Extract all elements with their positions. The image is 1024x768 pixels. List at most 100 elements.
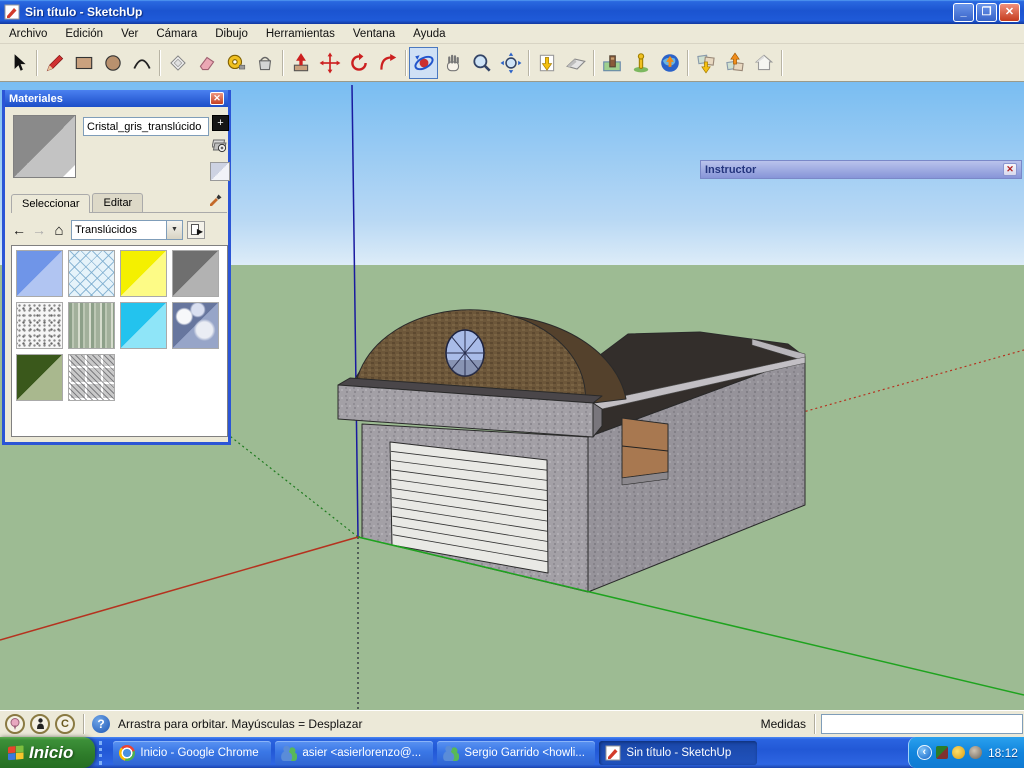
nav-forward-icon[interactable]: → (31, 222, 47, 238)
instructor-close-icon[interactable]: ✕ (1003, 163, 1017, 176)
close-button[interactable]: ✕ (999, 3, 1020, 22)
start-button[interactable]: Inicio (0, 737, 95, 768)
materials-panel[interactable]: Materiales ✕ + Seleccionar Editar ← (2, 90, 231, 445)
zoom-extents-button[interactable] (496, 47, 525, 79)
menu-archivo[interactable]: Archivo (0, 26, 56, 42)
claim-credit-button[interactable]: C (55, 714, 75, 734)
material-swatch-ribbed[interactable] (68, 302, 115, 349)
material-preview-swatch (13, 115, 76, 178)
place-model-button[interactable] (597, 47, 626, 79)
menu-herramientas[interactable]: Herramientas (257, 26, 344, 42)
back-material-swatch[interactable] (210, 162, 230, 181)
line-tool-button[interactable] (40, 47, 69, 79)
menu-dibujo[interactable]: Dibujo (206, 26, 257, 42)
paint-bucket-icon (254, 52, 276, 74)
measures-input[interactable] (821, 714, 1023, 734)
eraser-icon (196, 52, 218, 74)
task-messenger-asier[interactable]: asier <asierlorenzo@... (275, 741, 433, 765)
attribution-button[interactable] (30, 714, 50, 734)
minimize-button[interactable]: _ (953, 3, 974, 22)
menu-ver[interactable]: Ver (112, 26, 147, 42)
tray-icon-messenger[interactable] (952, 746, 965, 759)
material-swatch-cyan[interactable] (120, 302, 167, 349)
task-messenger-sergio[interactable]: Sergio Garrido <howli... (437, 741, 595, 765)
follow-me-button[interactable] (373, 47, 402, 79)
task-label: asier <asierlorenzo@... (302, 747, 421, 759)
zoom-tool-button[interactable] (467, 47, 496, 79)
orbit-tool-button[interactable] (409, 47, 438, 79)
restore-button[interactable]: ❐ (976, 3, 997, 22)
material-swatch-lattice[interactable] (68, 250, 115, 297)
sample-paint-button[interactable] (208, 190, 224, 209)
tab-editar[interactable]: Editar (92, 193, 143, 212)
push-pull-button[interactable] (286, 47, 315, 79)
materials-close-icon[interactable]: ✕ (210, 92, 224, 105)
place-model-icon (601, 52, 623, 74)
rotate-tool-button[interactable] (344, 47, 373, 79)
materials-title-bar[interactable]: Materiales ✕ (5, 90, 228, 107)
home-icon[interactable]: ⌂ (51, 222, 67, 239)
material-swatch-cloudy[interactable] (172, 302, 219, 349)
material-name-input[interactable] (83, 117, 209, 136)
material-swatch-glassblocks[interactable] (68, 354, 115, 401)
model-building-button[interactable] (626, 47, 655, 79)
eraser-tool-button[interactable] (192, 47, 221, 79)
material-swatch-darkgreen[interactable] (16, 354, 63, 401)
quick-launch-handle[interactable] (99, 741, 109, 765)
toggle-terrain-button[interactable] (561, 47, 590, 79)
nav-back-icon[interactable]: ← (11, 222, 27, 238)
arc-tool-button[interactable] (127, 47, 156, 79)
person-icon (36, 718, 45, 730)
secondary-pane-button[interactable] (212, 138, 229, 154)
tab-seleccionar[interactable]: Seleccionar (11, 194, 90, 213)
share-models-button[interactable] (720, 47, 749, 79)
menu-camara[interactable]: Cámara (147, 26, 206, 42)
menu-edicion[interactable]: Edición (56, 26, 112, 42)
tape-measure-button[interactable] (221, 47, 250, 79)
task-sketchup[interactable]: Sin título - SketchUp (599, 741, 757, 765)
details-button[interactable]: ▶ (187, 221, 205, 239)
instructor-window[interactable]: Instructor ✕ (700, 160, 1022, 179)
materials-tabs: Seleccionar Editar (11, 193, 227, 213)
select-tool-icon (8, 52, 30, 74)
get-current-view-button[interactable] (532, 47, 561, 79)
sketchup-icon (605, 745, 621, 761)
eyedropper-icon (208, 190, 224, 206)
get-current-view-icon (536, 52, 558, 74)
zoom-extents-icon (500, 52, 522, 74)
pan-tool-button[interactable] (438, 47, 467, 79)
menu-ayuda[interactable]: Ayuda (404, 26, 454, 42)
status-bar: C ? Arrastra para orbitar. Mayúsculas = … (0, 710, 1024, 737)
move-tool-button[interactable] (315, 47, 344, 79)
credit-c-icon: C (61, 718, 69, 730)
make-component-button[interactable] (163, 47, 192, 79)
help-question-icon: ? (92, 715, 110, 733)
circle-tool-button[interactable] (98, 47, 127, 79)
material-swatch-speckled[interactable] (16, 302, 63, 349)
menu-ventana[interactable]: Ventana (344, 26, 404, 42)
collection-dropdown[interactable]: Translúcidos ▼ (71, 220, 183, 240)
tray-icon-1[interactable] (936, 746, 949, 759)
warehouse-button[interactable] (749, 47, 778, 79)
tray-icon-volume[interactable] (969, 746, 982, 759)
move-tool-icon (319, 52, 341, 74)
material-swatch-grid (11, 245, 228, 437)
task-chrome[interactable]: Inicio - Google Chrome (113, 741, 271, 765)
detail-arrow-icon: ▶ (197, 227, 203, 236)
material-swatch-gray[interactable] (172, 250, 219, 297)
material-swatch-yellow[interactable] (120, 250, 167, 297)
create-material-button[interactable]: + (212, 115, 229, 131)
google-earth-button[interactable] (655, 47, 684, 79)
status-separator (814, 714, 815, 734)
arc-tool-icon (131, 52, 153, 74)
tray-clock[interactable]: 18:12 (988, 746, 1018, 760)
geolocation-button[interactable] (5, 714, 25, 734)
hide-icons-button[interactable]: ‹ (917, 745, 932, 760)
rectangle-tool-button[interactable] (69, 47, 98, 79)
model-building-icon (630, 52, 652, 74)
dropdown-arrow-icon[interactable]: ▼ (166, 221, 182, 239)
paint-bucket-button[interactable] (250, 47, 279, 79)
material-swatch-blue[interactable] (16, 250, 63, 297)
get-models-button[interactable] (691, 47, 720, 79)
select-tool-button[interactable] (4, 47, 33, 79)
